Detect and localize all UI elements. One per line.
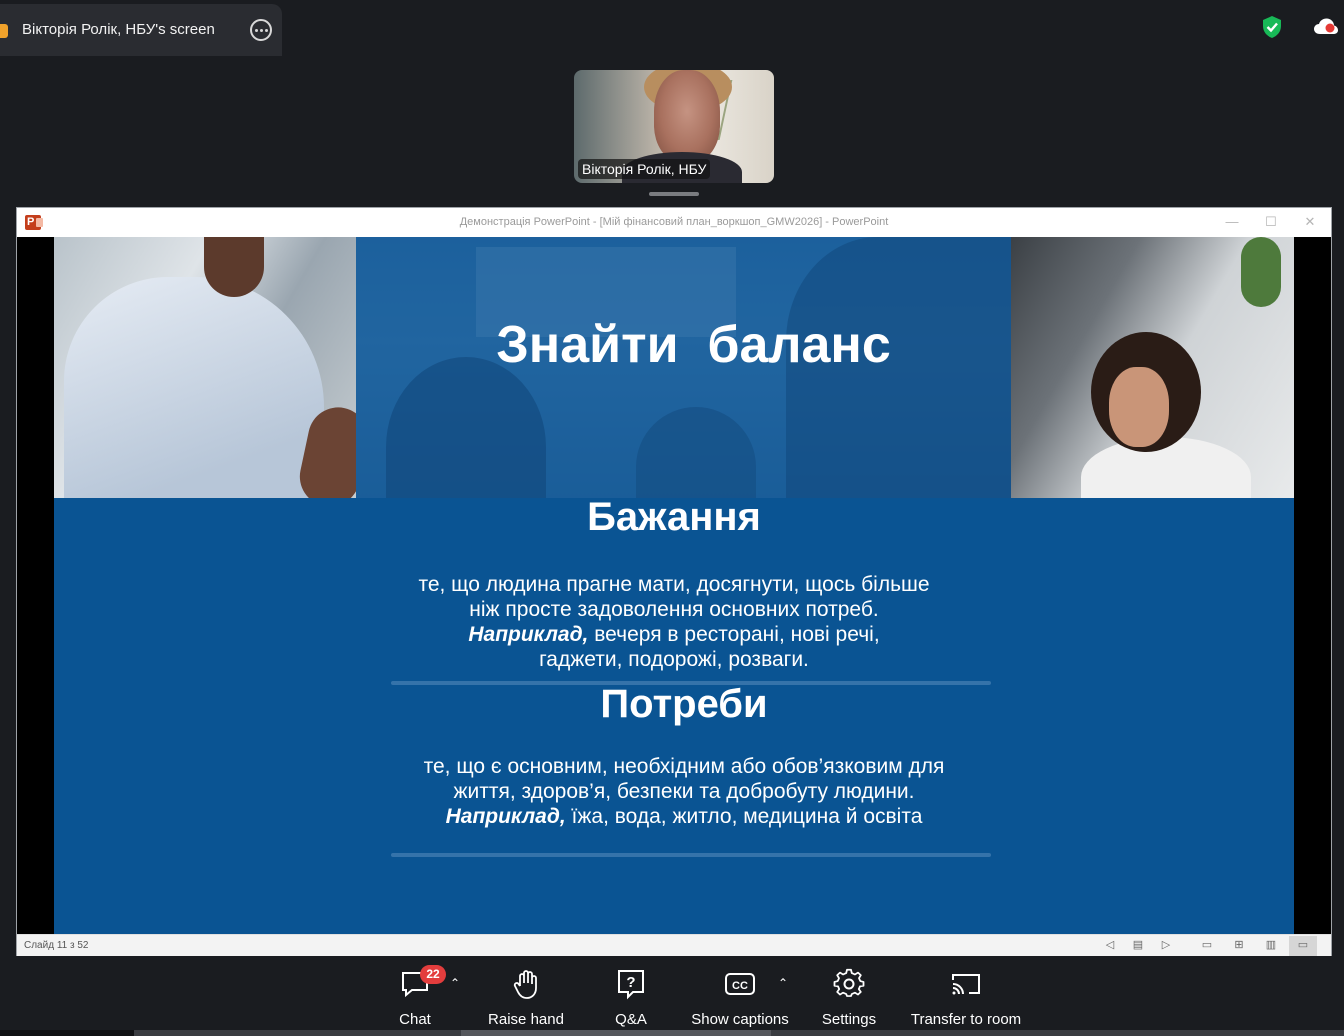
share-indicator-icon: [0, 24, 8, 38]
slide-sorter-icon[interactable]: ⊞: [1232, 939, 1246, 951]
show-captions-label: Show captions: [691, 1011, 789, 1028]
powerpoint-status-bar: Слайд 11 з 52 ◁ ▤ ▷ ▭ ⊞ ▥ ▭: [17, 934, 1331, 956]
meeting-toolbar: Chat ⌃ Raise hand ? Q&A CC Show captions…: [0, 956, 1344, 1036]
settings-label: Settings: [821, 1011, 877, 1028]
close-icon[interactable]: ✕: [1300, 214, 1320, 230]
reading-view-icon[interactable]: ▥: [1264, 939, 1278, 951]
chat-label: Chat: [399, 1011, 431, 1028]
participant-video[interactable]: Вікторія Ролік, НБУ: [574, 70, 774, 183]
participant-name-label: Вікторія Ролік, НБУ: [578, 159, 711, 179]
chat-options-chevron-icon[interactable]: ⌃: [450, 976, 460, 990]
more-options-icon[interactable]: [250, 19, 272, 41]
needs-description: те, що є основним, необхідним або обов’я…: [64, 754, 1294, 829]
minimize-icon[interactable]: —: [1222, 214, 1242, 229]
needs-line-2: життя, здоров’я, безпеки та добробуту лю…: [453, 780, 915, 803]
wants-example-text: вечеря в ресторані, нові речі,: [588, 623, 880, 646]
qa-label: Q&A: [615, 1011, 647, 1028]
wants-line-2: ніж просте задоволення основних потреб.: [469, 598, 879, 621]
powerpoint-window: P Демонстрація PowerPoint - [Мій фінансо…: [16, 207, 1332, 956]
powerpoint-window-title: Демонстрація PowerPoint - [Мій фінансови…: [459, 216, 889, 228]
wants-example-line: Наприклад, вечеря в ресторані, нові речі…: [54, 622, 1294, 647]
slide-photo-left: [54, 237, 356, 498]
top-bar: Вікторія Ролік, НБУ's screen: [0, 0, 1344, 56]
slide-photo-right: [1011, 237, 1294, 498]
needs-line-1: те, що є основним, необхідним або обов’я…: [423, 755, 945, 778]
slide-divider: [391, 853, 991, 857]
svg-text:?: ?: [626, 974, 635, 991]
wants-description: те, що людина прагне мати, досягнути, що…: [54, 572, 1294, 672]
cloud-recording-icon[interactable]: [1313, 17, 1339, 37]
captions-options-chevron-icon[interactable]: ⌃: [778, 976, 788, 990]
svg-text:CC: CC: [732, 980, 748, 992]
transfer-to-room-label: Transfer to room: [910, 1011, 1022, 1028]
security-shield-icon[interactable]: [1261, 15, 1283, 39]
qa-icon: ?: [618, 970, 644, 1000]
cast-icon: [952, 974, 980, 995]
previous-slide-icon[interactable]: ◁: [1103, 939, 1117, 951]
screen-share-tab[interactable]: Вікторія Ролік, НБУ's screen: [0, 4, 282, 56]
meeting-app: Вікторія Ролік, НБУ's screen Вікторія Ро…: [0, 0, 1344, 1036]
notes-icon[interactable]: ▤: [1131, 939, 1145, 951]
closed-captions-icon: CC: [725, 973, 755, 995]
maximize-icon[interactable]: ☐: [1261, 214, 1281, 230]
slide-show-icon[interactable]: ▭: [1289, 936, 1317, 956]
slide-counter: Слайд 11 з 52: [24, 940, 89, 951]
screen-share-title: Вікторія Ролік, НБУ's screen: [22, 21, 215, 38]
slide-show-area[interactable]: Знайти баланс Бажання те, що людина праг…: [17, 237, 1331, 934]
wants-line-1: те, що людина прагне мати, досягнути, що…: [418, 573, 930, 596]
needs-example-line: Наприклад, їжа, вода, житло, медицина й …: [64, 804, 1294, 829]
slide-title: Знайти баланс: [496, 316, 891, 374]
wants-example-label: Наприклад,: [468, 623, 589, 646]
powerpoint-titlebar: P Демонстрація PowerPoint - [Мій фінансо…: [17, 208, 1331, 237]
bottom-scroll-strip: [0, 1030, 1344, 1036]
normal-view-icon[interactable]: ▭: [1200, 939, 1214, 951]
needs-example-text: їжа, вода, житло, медицина й освіта: [565, 805, 923, 828]
needs-example-label: Наприклад,: [445, 805, 566, 828]
video-person-face: [654, 70, 720, 162]
gear-icon: [833, 968, 865, 997]
next-slide-icon[interactable]: ▷: [1159, 939, 1173, 951]
needs-heading: Потреби: [600, 682, 768, 726]
raise-hand-button[interactable]: Raise hand: [488, 968, 564, 1028]
transfer-to-room-button[interactable]: Transfer to room: [906, 968, 1026, 1028]
slide: Знайти баланс Бажання те, що людина праг…: [54, 237, 1294, 934]
chat-unread-badge: 22: [420, 965, 446, 984]
hand-icon: [513, 970, 537, 999]
wants-line-4: гаджети, подорожі, розваги.: [539, 648, 809, 671]
settings-button[interactable]: Settings: [820, 968, 878, 1028]
raise-hand-label: Raise hand: [488, 1011, 564, 1028]
wants-heading: Бажання: [587, 495, 761, 539]
show-captions-button[interactable]: CC Show captions: [690, 968, 790, 1028]
qa-button[interactable]: ? Q&A: [612, 968, 650, 1028]
video-strip-drag-handle[interactable]: [649, 192, 699, 196]
